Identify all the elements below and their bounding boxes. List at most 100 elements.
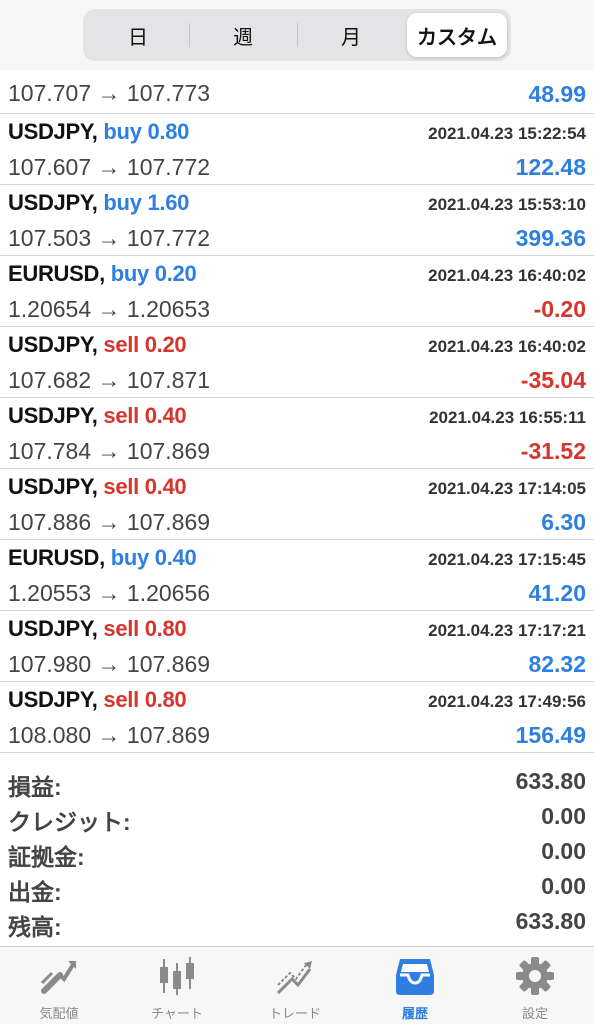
trade-side: sell 0.20	[103, 332, 187, 357]
trade-profit: 399.36	[515, 225, 586, 251]
trade-profit: 48.99	[528, 81, 586, 107]
trade-side: buy 0.20	[110, 261, 197, 286]
period-tab-custom[interactable]: カスタム	[407, 13, 507, 57]
trade-symbol: USDJPY, buy 0.80	[8, 119, 189, 145]
trade-icon	[276, 961, 312, 995]
summary-label: 出金:	[8, 879, 62, 905]
trade-symbol: EURUSD, buy 0.20	[8, 261, 197, 287]
trade-row[interactable]: EURUSD, buy 0.20 2021.04.23 16:40:02 1.206…	[0, 256, 594, 327]
trade-time: 2021.04.23 16:40:02	[428, 337, 586, 356]
trade-price: 107.607 → 107.772	[8, 154, 211, 180]
trade-pair: USDJPY,	[8, 474, 98, 499]
trade-price: 107.503 → 107.772	[8, 225, 211, 251]
trade-profit: -35.04	[520, 367, 586, 393]
chart-icon	[160, 957, 194, 995]
trade-price: 107.784 → 107.869	[8, 438, 211, 464]
trade-row[interactable]: USDJPY, sell 0.40 2021.04.23 16:55:11 107.…	[0, 398, 594, 469]
trade-time: 2021.04.23 17:14:05	[428, 479, 586, 498]
trade-symbol: USDJPY, sell 0.40	[8, 403, 187, 429]
trade-row-partial[interactable]: 107.707 → 107.773 48.99	[0, 70, 594, 114]
trade-profit: 156.49	[515, 722, 586, 748]
tab-label: 気配値	[39, 1006, 79, 1021]
trade-pair: USDJPY,	[8, 403, 98, 428]
settings-icon	[516, 957, 554, 995]
trade-side: buy 0.80	[103, 119, 190, 144]
trade-side: sell 0.40	[103, 474, 187, 499]
trade-row[interactable]: USDJPY, sell 0.20 2021.04.23 16:40:02 107.…	[0, 327, 594, 398]
trade-symbol: USDJPY, buy 1.60	[8, 190, 189, 216]
trade-price: 107.886 → 107.869	[8, 509, 211, 535]
summary-label: 証拠金:	[8, 844, 85, 870]
trade-row[interactable]: USDJPY, buy 1.60 2021.04.23 15:53:10 107.5…	[0, 185, 594, 256]
trade-profit: 82.32	[528, 651, 586, 677]
period-tab-day[interactable]: 日	[87, 13, 189, 57]
summary-label: 残高:	[8, 914, 62, 940]
trade-price: 1.20654 → 1.20653	[8, 296, 211, 322]
tab-label: トレード	[268, 1006, 321, 1021]
trade-price: 107.980 → 107.869	[8, 651, 211, 677]
period-tab-month[interactable]: 月	[297, 13, 405, 57]
summary-value: 0.00	[541, 838, 586, 864]
summary-value: 633.80	[515, 768, 586, 794]
trade-time: 2021.04.23 15:22:54	[428, 124, 586, 143]
trade-row[interactable]: USDJPY, sell 0.80 2021.04.23 17:17:21 107.…	[0, 611, 594, 682]
trade-time: 2021.04.23 16:55:11	[429, 408, 586, 427]
trade-row[interactable]: USDJPY, sell 0.80 2021.04.23 17:49:56 108.…	[0, 682, 594, 753]
trade-side: sell 0.80	[103, 616, 187, 641]
summary-label: クレジット:	[8, 809, 131, 835]
summary-label: 損益:	[8, 774, 62, 800]
summary-row-balance: 残高: 633.80	[0, 904, 594, 940]
period-tab-week[interactable]: 週	[189, 13, 297, 57]
tab-settings[interactable]: 設定	[476, 947, 594, 1025]
trade-pair: USDJPY,	[8, 119, 98, 144]
summary-value: 633.80	[515, 908, 586, 934]
trade-time: 2021.04.23 16:40:02	[428, 266, 586, 285]
summary-row-profit: 損益: 633.80	[0, 764, 594, 800]
trade-profit: 6.30	[541, 509, 586, 535]
trade-profit: -31.52	[520, 438, 586, 464]
trade-side: sell 0.80	[103, 687, 187, 712]
summary-row-withdrawal: 出金: 0.00	[0, 869, 594, 905]
trade-row[interactable]: EURUSD, buy 0.40 2021.04.23 17:15:45 1.205…	[0, 540, 594, 611]
trade-time: 2021.04.23 15:53:10	[428, 195, 586, 214]
tab-trade[interactable]: トレード	[236, 947, 354, 1025]
period-header: 日 週 月 カスタム	[0, 0, 594, 70]
trade-price: 107.682 → 107.871	[8, 367, 211, 393]
trade-symbol: USDJPY, sell 0.20	[8, 332, 187, 358]
summary-value: 0.00	[541, 873, 586, 899]
trade-pair: USDJPY,	[8, 332, 98, 357]
tab-history[interactable]: 履歴	[356, 947, 474, 1025]
trade-time: 2021.04.23 17:15:45	[428, 550, 586, 569]
tab-quotes[interactable]: 気配値	[0, 947, 118, 1025]
quotes-icon	[40, 961, 76, 994]
trade-side: sell 0.40	[103, 403, 187, 428]
trade-pair: USDJPY,	[8, 687, 98, 712]
trade-profit: 41.20	[528, 580, 586, 606]
account-summary: 損益: 633.80 クレジット: 0.00 証拠金: 0.00 出金: 0.0…	[0, 756, 594, 946]
summary-row-margin: 証拠金: 0.00	[0, 834, 594, 870]
trade-price: 107.707 → 107.773	[8, 80, 211, 106]
tab-chart[interactable]: チャート	[118, 947, 236, 1025]
trade-symbol: USDJPY, sell 0.80	[8, 687, 187, 713]
trade-side: buy 0.40	[110, 545, 197, 570]
trade-row[interactable]: USDJPY, sell 0.40 2021.04.23 17:14:05 107.…	[0, 469, 594, 540]
period-segmented-control: 日 週 月 カスタム	[83, 9, 511, 61]
trade-pair: EURUSD,	[8, 261, 105, 286]
trade-price: 1.20553 → 1.20656	[8, 580, 211, 606]
trade-pair: EURUSD,	[8, 545, 105, 570]
trade-row[interactable]: USDJPY, buy 0.80 2021.04.23 15:22:54 107.6…	[0, 114, 594, 185]
trade-time: 2021.04.23 17:17:21	[428, 621, 586, 640]
history-icon	[396, 959, 434, 995]
trade-time: 2021.04.23 17:49:56	[428, 692, 586, 711]
bottom-tab-bar: 気配値 チャート トレード 履歴 設定	[0, 946, 594, 1024]
trade-symbol: USDJPY, sell 0.80	[8, 616, 187, 642]
trade-symbol: EURUSD, buy 0.40	[8, 545, 197, 571]
summary-value: 0.00	[541, 803, 586, 829]
tab-label: 履歴	[401, 1006, 428, 1021]
trade-pair: USDJPY,	[8, 616, 98, 641]
tab-label: チャート	[151, 1006, 203, 1021]
trade-pair: USDJPY,	[8, 190, 98, 215]
trade-price: 108.080 → 107.869	[8, 722, 211, 748]
trade-side: buy 1.60	[103, 190, 190, 215]
trade-history-list[interactable]: 107.707 → 107.773 48.99 USDJPY, buy 0.80…	[0, 70, 594, 754]
